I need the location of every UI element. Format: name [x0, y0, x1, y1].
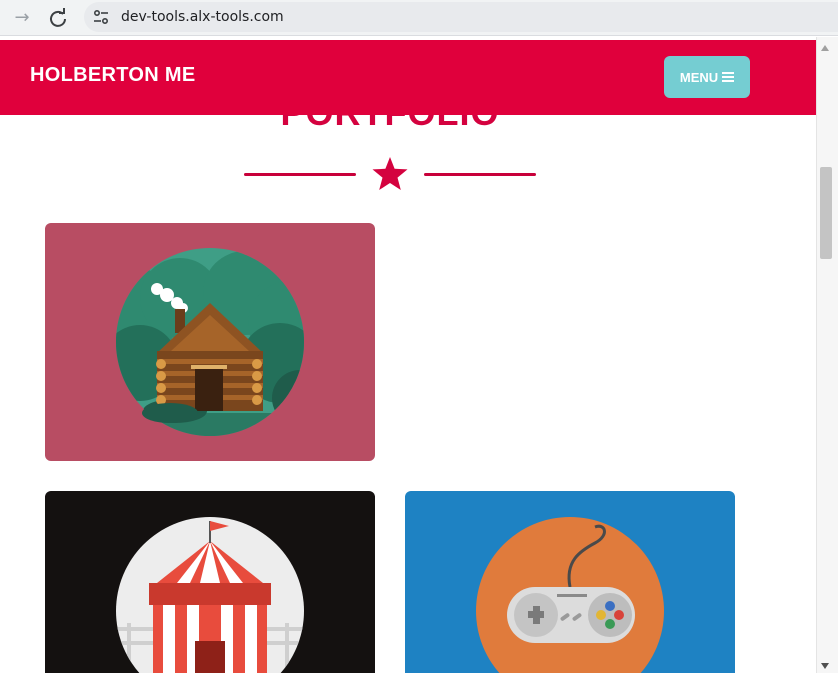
menu-button[interactable]: MENU: [664, 56, 750, 98]
portfolio-item-game-controller[interactable]: [405, 491, 735, 673]
divider-line-right: [424, 173, 536, 176]
reload-icon[interactable]: [46, 6, 70, 30]
menu-label: MENU: [679, 69, 719, 85]
scroll-up-icon[interactable]: [821, 45, 829, 51]
portfolio-item-cabin[interactable]: [45, 223, 375, 461]
address-bar[interactable]: dev-tools.alx-tools.com: [84, 2, 838, 32]
game-controller-illustration: [476, 517, 664, 673]
circus-tent-illustration: [116, 517, 304, 673]
url-text: dev-tools.alx-tools.com: [121, 9, 284, 25]
browser-toolbar: → dev-tools.alx-tools.com: [0, 0, 838, 36]
cabin-illustration: [116, 248, 304, 436]
tune-icon[interactable]: [92, 8, 110, 26]
arrow-forward-icon[interactable]: →: [10, 6, 34, 30]
divider-line-left: [244, 173, 356, 176]
navbar: HOLBERTON ME MENU: [0, 40, 816, 115]
star-icon: [372, 157, 408, 190]
brand-logo[interactable]: HOLBERTON ME: [30, 64, 195, 87]
vertical-scrollbar[interactable]: [816, 37, 838, 673]
scrollbar-thumb[interactable]: [820, 167, 832, 259]
hamburger-icon: [722, 72, 735, 82]
scroll-down-icon[interactable]: [821, 663, 829, 669]
portfolio-item-circus[interactable]: [45, 491, 375, 673]
page-viewport: HOLBERTON ME MENU PORTFOLIO: [0, 37, 838, 673]
